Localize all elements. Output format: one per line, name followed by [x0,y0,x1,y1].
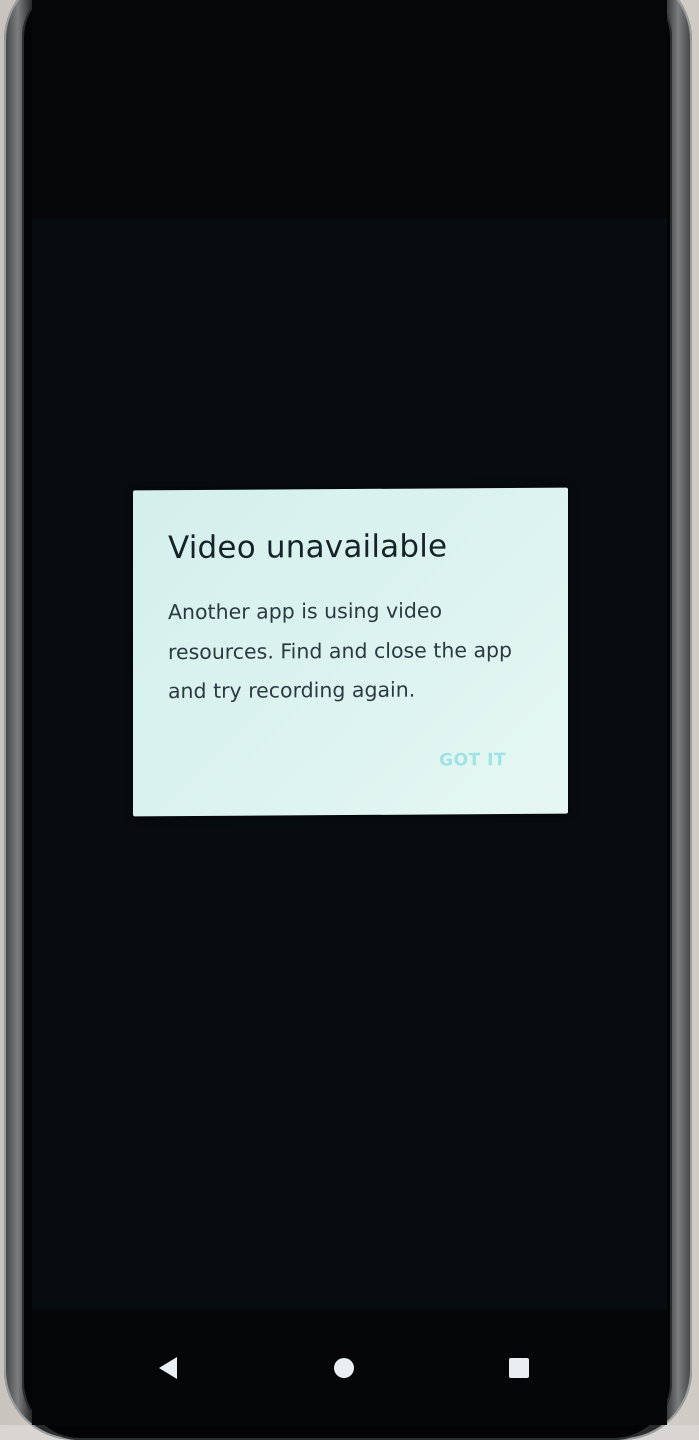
got-it-button[interactable]: GOT IT [439,750,506,770]
recents-button[interactable] [497,1346,541,1390]
dialog-message: Another app is using video resources. Fi… [168,598,513,704]
recents-icon [509,1358,529,1378]
back-button[interactable] [146,1346,190,1390]
alert-dialog: Video unavailable Another app is using v… [133,487,568,817]
back-icon [159,1357,177,1379]
home-button[interactable] [322,1346,366,1390]
home-icon [334,1358,354,1378]
dialog-title: Video unavailable [168,528,448,567]
phone-screen: Video unavailable Another app is using v… [32,0,667,1425]
navigation-bar [32,1310,667,1425]
